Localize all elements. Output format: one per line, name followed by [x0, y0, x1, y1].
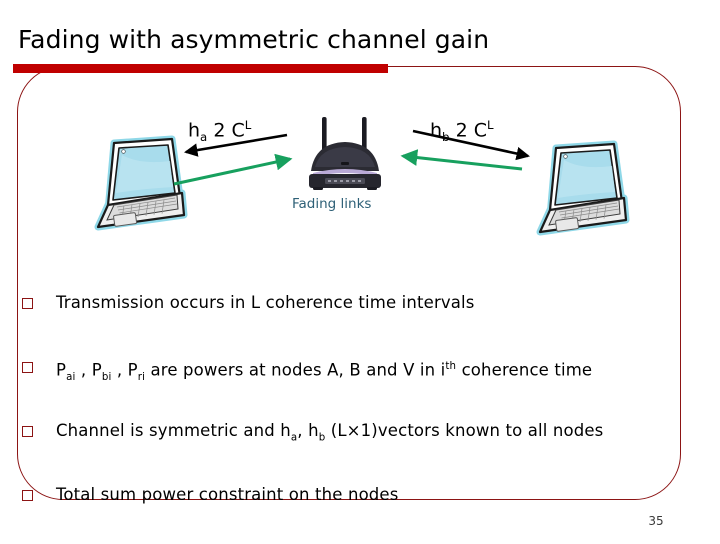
- slide-canvas: Fading with asymmetric channel gain ha 2…: [0, 0, 720, 540]
- left-green-arrow: [173, 153, 293, 186]
- left-channel-symbol: h: [188, 119, 201, 142]
- title-accent-bar: [13, 64, 388, 73]
- bullet-text: Pai , Pbi , Pri are powers at nodes A, B…: [56, 352, 592, 393]
- bullet-text: Transmission occurs in L coherence time …: [56, 288, 475, 318]
- bullet-item: Pai , Pbi , Pri are powers at nodes A, B…: [0, 352, 720, 416]
- bullet-square-icon: [22, 298, 33, 309]
- bullet-subscript: ai: [66, 371, 76, 383]
- left-channel-exponent: L: [244, 118, 252, 132]
- right-channel-label: hb 2 CL: [430, 118, 494, 144]
- bullet-text: Channel is symmetric and ha, hb (L×1)vec…: [56, 416, 603, 453]
- page-number: 35: [648, 514, 664, 528]
- right-channel-exponent: L: [486, 118, 494, 132]
- bullet-text-run: , P: [111, 360, 138, 380]
- bullet-text-run: coherence time: [456, 360, 593, 380]
- arrows-layer: [173, 129, 530, 186]
- left-channel-space: C: [231, 119, 245, 142]
- bullet-subscript: bi: [101, 371, 112, 383]
- bullet-text-run: Channel is symmetric and h: [56, 421, 291, 440]
- bullet-text: Total sum power constraint on the nodes: [56, 480, 398, 510]
- bullet-item: Channel is symmetric and ha, hb (L×1)vec…: [0, 416, 720, 480]
- bullet-item: Total sum power constraint on the nodes: [0, 480, 720, 544]
- left-channel-relation: 2: [213, 119, 226, 142]
- left-channel-label: ha 2 CL: [188, 118, 251, 144]
- left-channel-subscript: a: [200, 130, 208, 145]
- bullet-text-run: P: [56, 360, 67, 380]
- bullet-text-run: Total sum power constraint on the nodes: [56, 485, 399, 504]
- bullet-item: Transmission occurs in L coherence time …: [0, 288, 720, 352]
- bullet-subscript: ri: [137, 371, 146, 383]
- right-channel-symbol: h: [430, 119, 443, 142]
- bullet-list: Transmission occurs in L coherence time …: [0, 288, 720, 544]
- fading-links-label: Fading links: [292, 196, 372, 212]
- right-channel-subscript: b: [442, 130, 450, 145]
- bullet-superscript: th: [445, 361, 457, 372]
- right-channel-relation: 2: [455, 119, 468, 142]
- bullet-square-icon: [22, 362, 33, 373]
- bullet-text-run: are powers at nodes A, B and V in i: [145, 360, 446, 380]
- right-green-arrow: [400, 149, 523, 171]
- network-diagram: [0, 95, 720, 240]
- bullet-text-run: (L×1)vectors known to all nodes: [325, 421, 604, 440]
- bullet-text-run: , P: [75, 360, 102, 380]
- page-number-container: 35: [0, 514, 720, 528]
- bullet-text-run: Transmission occurs in L coherence time …: [56, 293, 475, 312]
- bullet-square-icon: [22, 426, 33, 437]
- bullet-text-run: , h: [297, 421, 319, 440]
- page-title: Fading with asymmetric channel gain: [18, 25, 490, 54]
- bullet-square-icon: [22, 490, 33, 501]
- right-channel-space: C: [473, 119, 487, 142]
